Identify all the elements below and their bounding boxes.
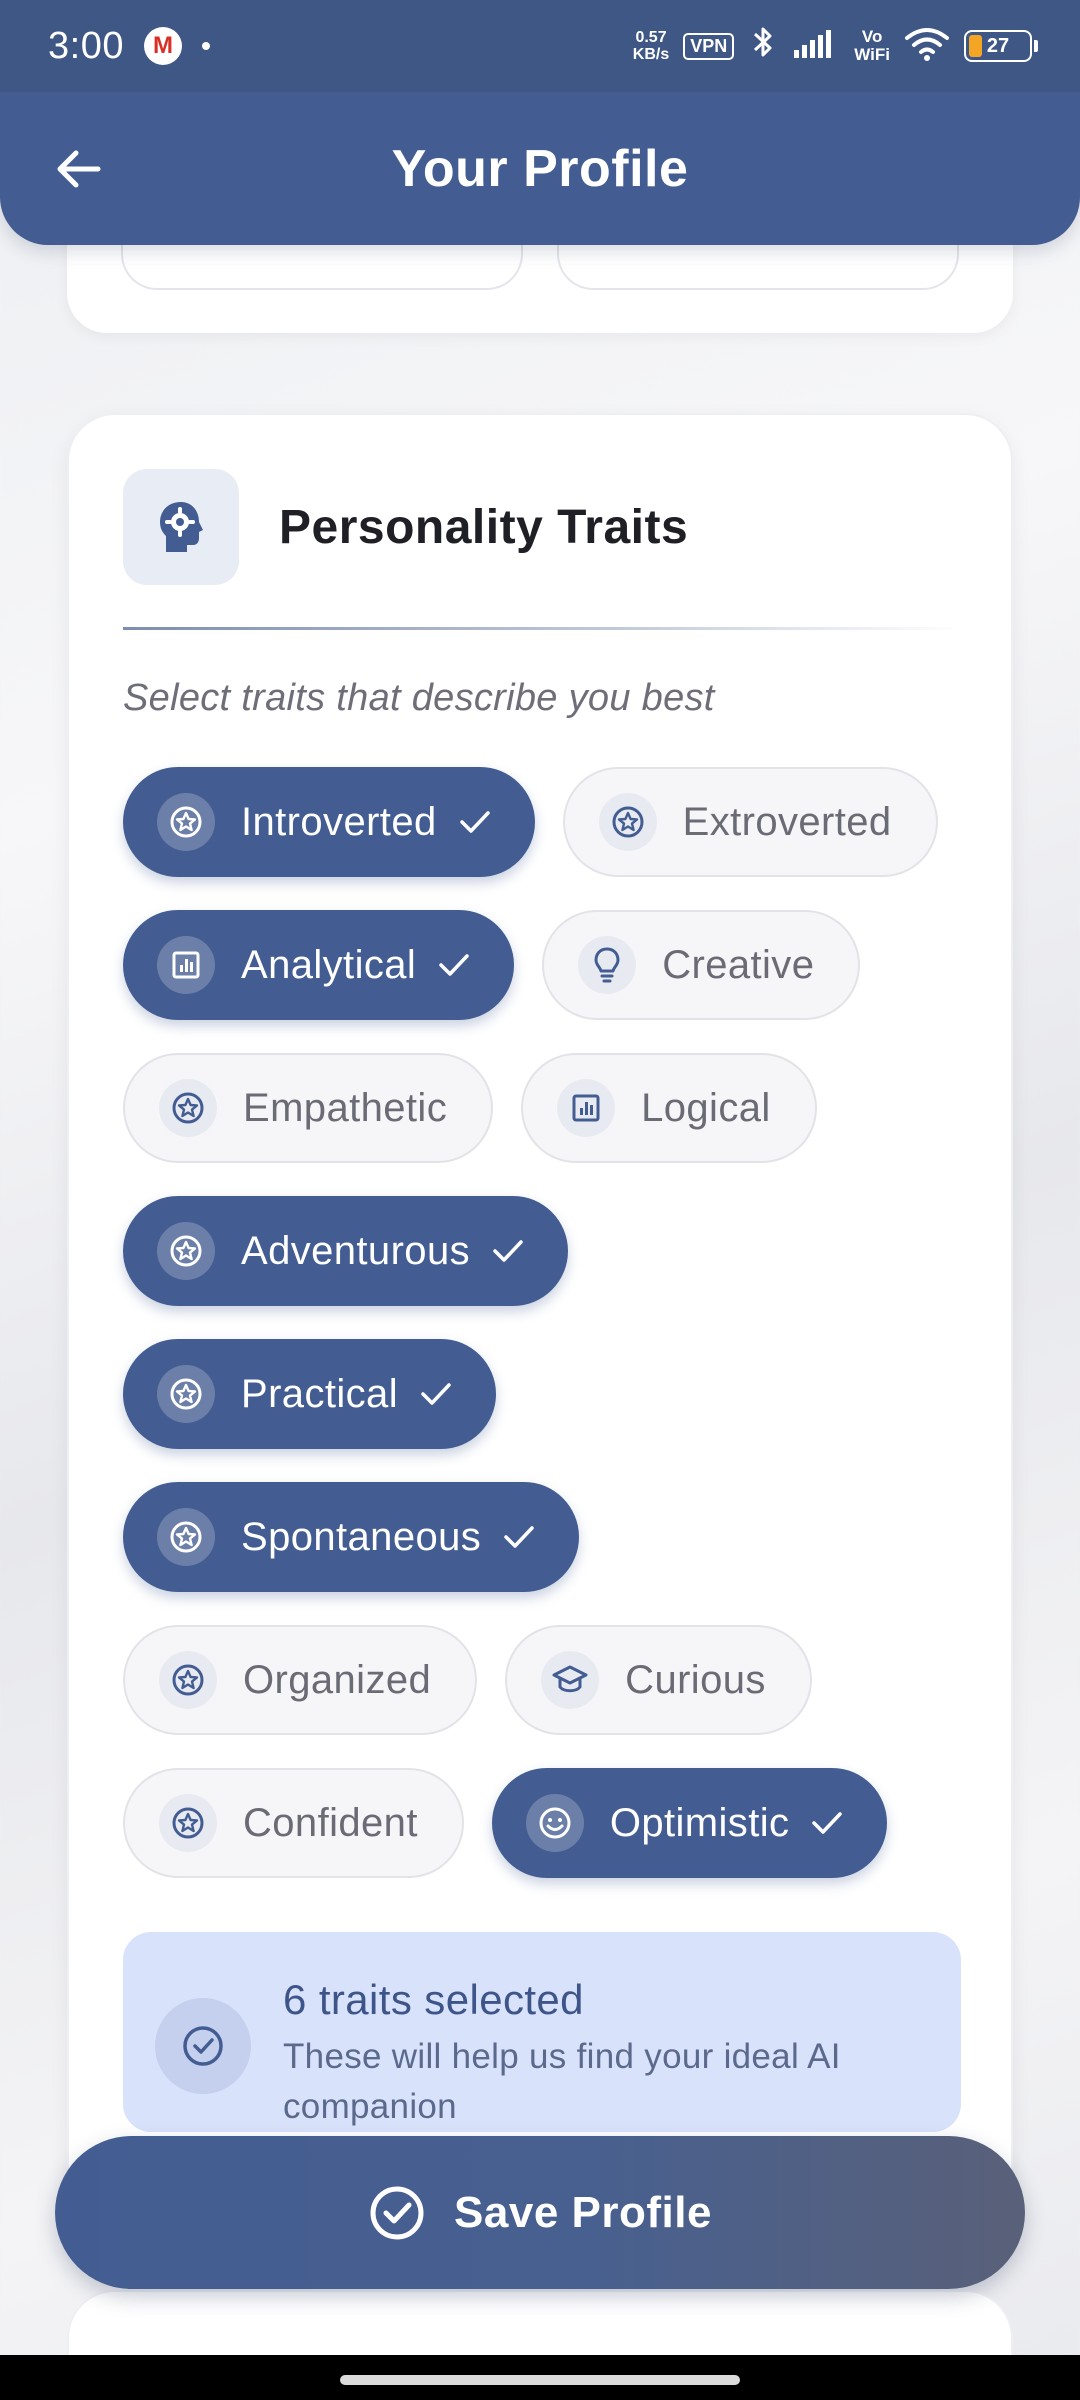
save-profile-label: Save Profile [454,2187,712,2237]
trait-row: Confident Optimistic [123,1768,973,1878]
trait-label: Practical [241,1371,398,1416]
gmail-icon: M [143,27,182,65]
vowifi-bottom: WiFi [854,45,890,64]
trait-row: Analytical Creative [123,910,973,1020]
trait-chip-analytical[interactable]: Analytical [123,910,515,1020]
page-title: Your Profile [391,139,689,198]
signal-icon [792,28,840,65]
trait-label: Creative [662,942,815,987]
wifi-icon [904,26,950,67]
section-divider [123,627,963,630]
star-badge-icon [159,1651,217,1709]
trait-label: Organized [243,1657,432,1702]
traits-summary: 6 traits selected These will help us fin… [123,1932,961,2132]
trait-label: Curious [625,1657,766,1702]
trait-label: Introverted [241,799,437,844]
trait-chip-practical[interactable]: Practical [123,1339,496,1449]
trait-row: Practical [123,1339,973,1449]
trait-chip-organized[interactable]: Organized [123,1625,478,1735]
trait-row: Organized Curious [123,1625,973,1735]
trait-label: Spontaneous [241,1514,482,1559]
arrow-left-icon [57,150,101,187]
star-badge-icon [157,1365,215,1423]
star-badge-icon [598,793,657,851]
check-icon [492,1237,524,1265]
bluetooth-icon [748,24,778,68]
battery-level: 27 [986,34,1010,57]
status-icons: 0.57 KB/s VPN Vo WiFi 27 [633,24,1038,68]
check-icon [811,1809,843,1837]
trait-chip-logical[interactable]: Logical [521,1053,817,1163]
battery-icon: 27 [964,30,1038,62]
home-gesture-handle[interactable] [340,2375,740,2385]
trait-chip-spontaneous[interactable]: Spontaneous [123,1482,580,1592]
trait-chip-curious[interactable]: Curious [505,1625,812,1735]
check-icon [459,808,491,836]
bar-chart-icon [557,1079,616,1137]
check-circle-icon [370,2186,424,2239]
network-speed-value: 0.57 [635,29,667,46]
check-icon [503,1523,535,1551]
trait-label: Confident [243,1800,418,1845]
star-badge-icon [157,793,215,851]
trait-label: Optimistic [609,1800,790,1845]
trait-label: Adventurous [241,1228,470,1273]
bar-chart-icon [157,936,215,994]
check-circle-icon [155,1998,251,2094]
network-speed: 0.57 KB/s [633,29,669,63]
status-bar: 3:00 M 0.57 KB/s VPN Vo WiFi 27 [0,0,1080,92]
system-nav-bar [0,2355,1080,2400]
trait-chip-optimistic[interactable]: Optimistic [491,1768,888,1878]
trait-chip-empathetic[interactable]: Empathetic [123,1053,494,1163]
star-badge-icon [157,1508,215,1566]
traits-count: 6 traits selected [283,1976,584,2023]
trait-chip-confident[interactable]: Confident [123,1768,464,1878]
trait-row: Introverted Extroverted [123,767,973,877]
trait-chip-creative[interactable]: Creative [542,910,861,1020]
trait-label: Analytical [241,942,417,987]
star-badge-icon [157,1222,215,1280]
check-icon [438,951,470,979]
trait-row: Adventurous [123,1196,973,1306]
smiley-icon [525,1794,584,1852]
traits-list: Introverted Extroverted Analytical Creat… [123,767,973,1911]
trait-chip-introverted[interactable]: Introverted [123,767,535,877]
head-gear-icon [123,469,239,585]
trait-row: Spontaneous [123,1482,973,1592]
star-badge-icon [159,1079,217,1137]
save-profile-button[interactable]: Save Profile [55,2136,1025,2289]
app-bar: Your Profile [0,92,1080,245]
section-header: Personality Traits [123,469,688,585]
network-speed-unit: KB/s [632,46,670,63]
back-button[interactable] [46,137,110,201]
section-title: Personality Traits [279,500,689,554]
star-badge-icon [159,1794,217,1852]
trait-chip-adventurous[interactable]: Adventurous [123,1196,568,1306]
trait-row: Empathetic Logical [123,1053,973,1163]
status-time: 3:00 [48,24,124,67]
trait-label: Logical [641,1085,771,1130]
trait-label: Extroverted [682,799,892,844]
vowifi-top: Vo [861,27,883,46]
section-subtitle: Select traits that describe you best [123,677,715,719]
personality-traits-card: Personality Traits Select traits that de… [67,413,1013,2213]
lightbulb-icon [578,936,637,994]
traits-summary-description: These will help us find your ideal AI co… [283,2037,841,2126]
trait-chip-extroverted[interactable]: Extroverted [562,767,938,877]
trait-label: Empathetic [243,1085,448,1130]
vpn-badge: VPN [683,32,735,60]
check-icon [420,1380,452,1408]
notification-dot [201,42,210,50]
vowifi-indicator: Vo WiFi [854,28,890,64]
graduation-cap-icon [541,1651,600,1709]
